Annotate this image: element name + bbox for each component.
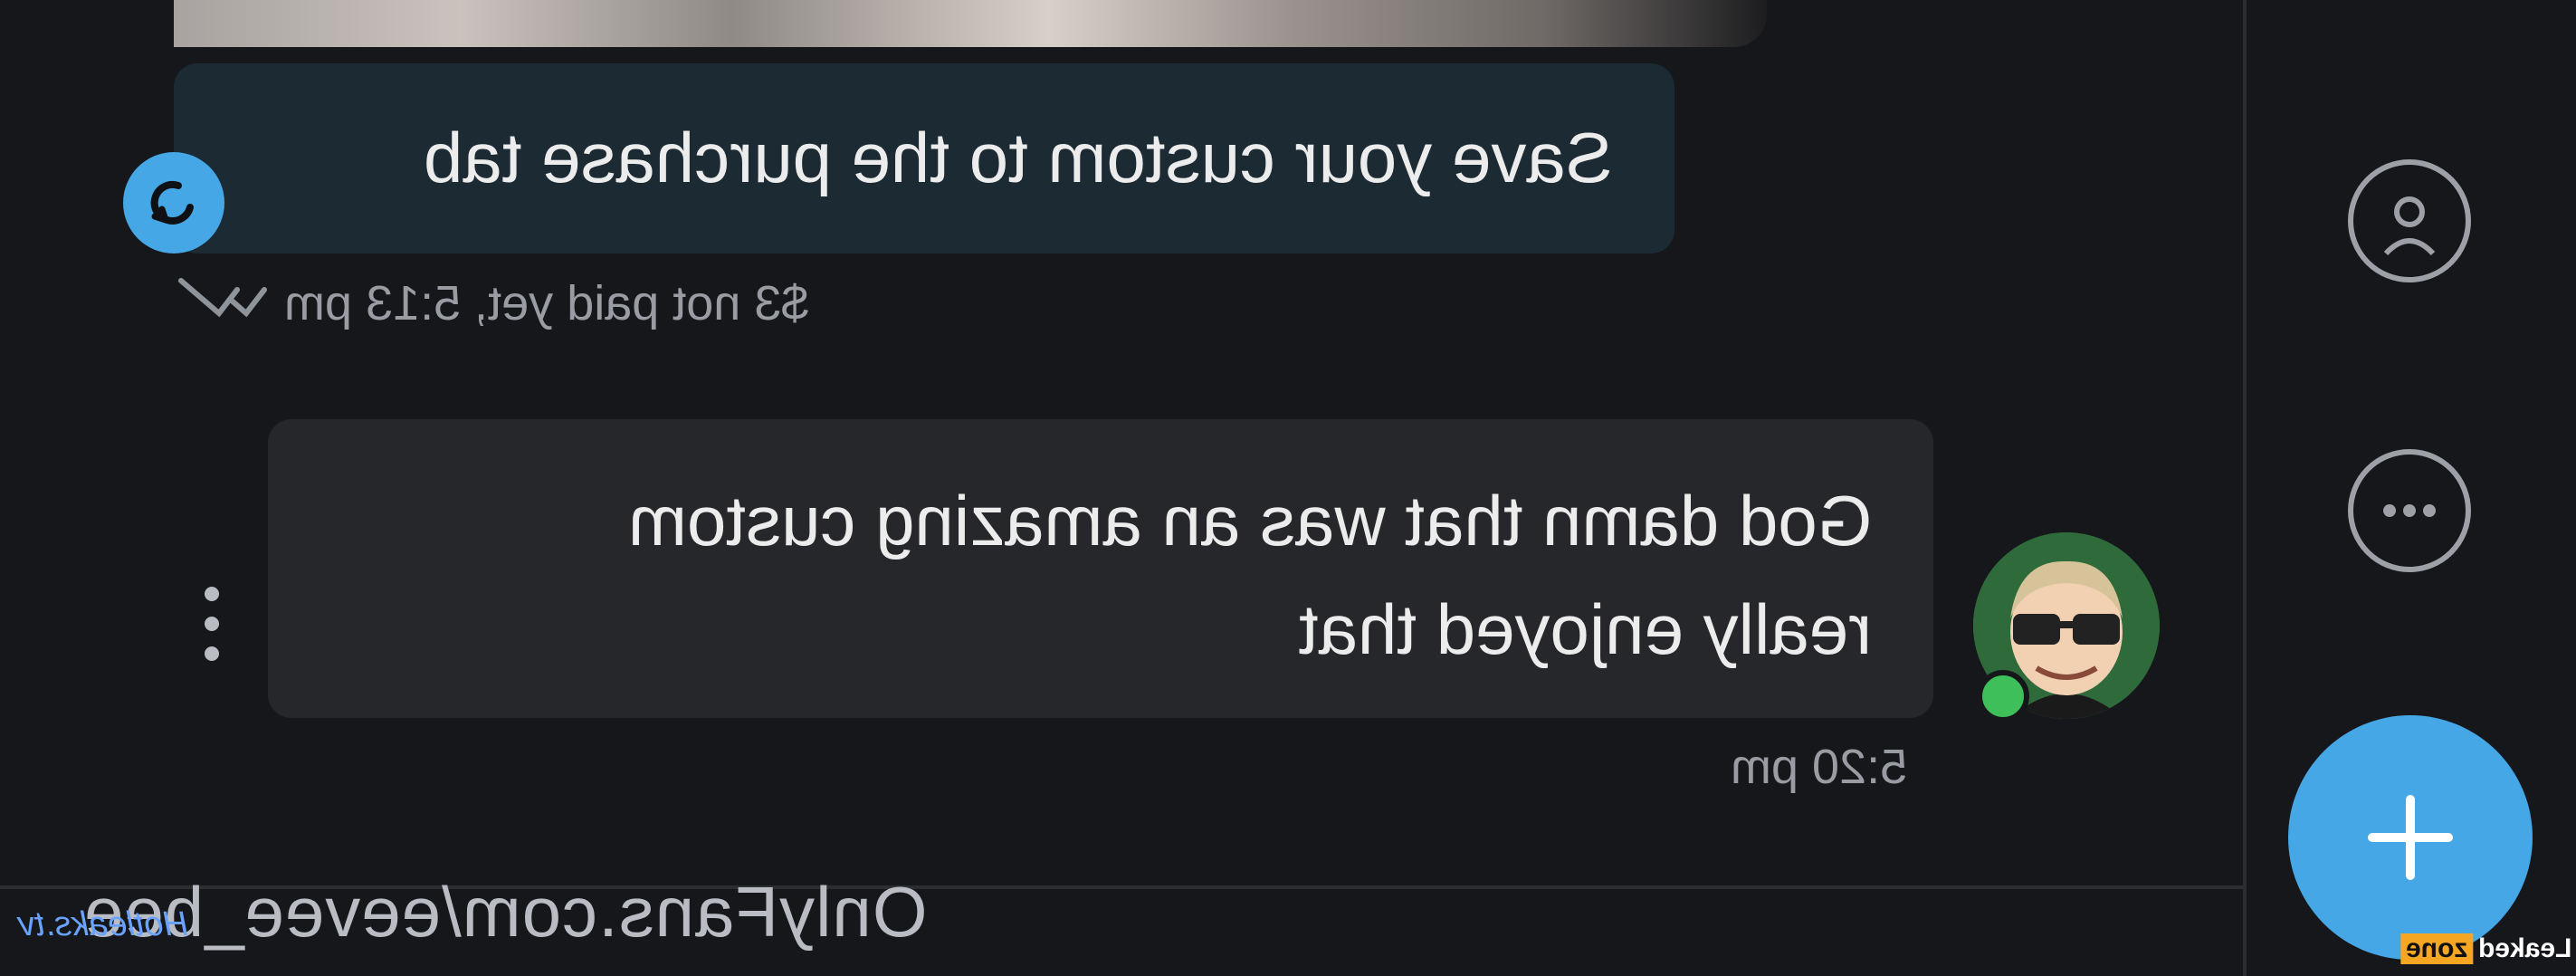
received-message-time: 5:20 pm <box>1731 740 1908 794</box>
sent-message-meta: $3 not paid yet, 5:13 pm <box>284 276 809 330</box>
received-message-line2: really enjoyed that <box>1298 589 1872 669</box>
sent-message-bubble[interactable]: Save your custom to the purchase tab <box>174 63 1674 254</box>
retry-icon[interactable] <box>123 152 224 254</box>
add-button[interactable] <box>2288 715 2533 960</box>
watermark-left: Hotleaks.tv <box>18 905 188 943</box>
online-status-dot <box>1977 670 2029 722</box>
sidebar-divider <box>2243 0 2247 976</box>
watermark-leaked: Leaked <box>2478 933 2572 963</box>
sent-message-text: Save your custom to the purchase tab <box>424 118 1613 197</box>
creator-profile-url: OnlyFans.com/eevee_bee <box>83 872 928 952</box>
watermark-right: zone Leaked <box>2400 931 2576 967</box>
double-check-icon <box>178 278 267 318</box>
profile-button[interactable] <box>2348 159 2471 282</box>
add-icon <box>2368 795 2453 880</box>
received-message-bubble[interactable]: God damn that was an amazing custom real… <box>268 419 1933 718</box>
received-message-line1: God damn that was an amazing custom <box>627 481 1872 560</box>
watermark-zone: zone <box>2400 933 2474 964</box>
media-preview[interactable] <box>174 0 1767 47</box>
more-vertical-icon[interactable] <box>201 587 223 661</box>
more-horizontal-icon <box>2383 504 2436 517</box>
more-options-button[interactable] <box>2348 449 2471 572</box>
profile-icon <box>2383 196 2436 256</box>
